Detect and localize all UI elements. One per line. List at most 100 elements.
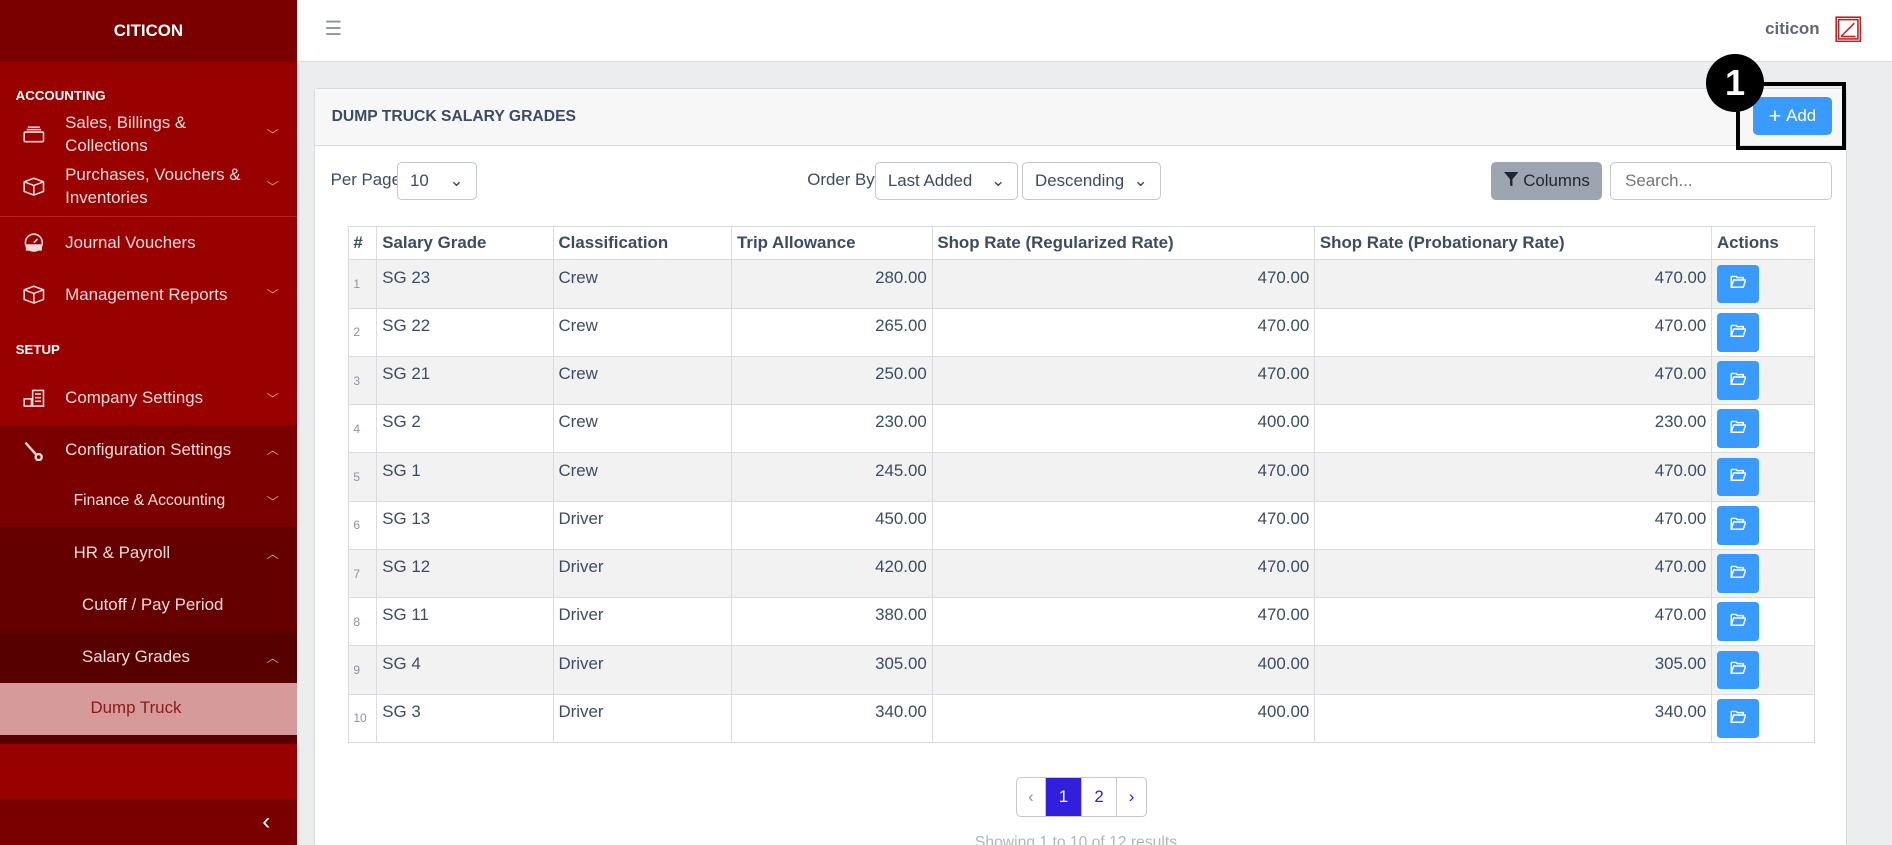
column-header[interactable]: # <box>347 225 378 261</box>
salary-grade-cell: SG 11 <box>376 597 554 647</box>
order-by-label: Order By <box>807 170 875 190</box>
folder-open-icon <box>1730 371 1747 390</box>
open-folder-button[interactable] <box>1716 361 1760 400</box>
classification-cell: Crew <box>552 452 733 502</box>
menu-toggle-icon[interactable]: ☰ <box>325 17 342 41</box>
column-header[interactable]: Salary Grade <box>376 225 554 261</box>
folder-open-icon <box>1730 467 1747 486</box>
column-header[interactable]: Shop Rate (Probationary Rate) <box>1314 225 1713 261</box>
salary-grade-cell: SG 1 <box>376 452 554 502</box>
open-folder-button[interactable] <box>1716 554 1760 593</box>
regularized-rate-cell: 470.00 <box>931 452 1316 502</box>
actions-cell <box>1711 548 1815 599</box>
user-name[interactable]: citicon <box>1765 19 1819 39</box>
box-icon <box>22 284 46 306</box>
sidebar-item-sales[interactable]: Sales, Billings & Collections ﹀ <box>0 112 297 157</box>
salary-grade-cell: SG 3 <box>376 693 554 743</box>
classification-cell: Crew <box>552 355 733 406</box>
avatar[interactable] <box>1835 16 1862 49</box>
sidebar-item-finance-accounting[interactable]: Finance & Accounting ﹀ <box>0 475 297 527</box>
prev-page-button[interactable]: ‹ <box>1017 778 1046 816</box>
salary-grades-table: # Salary Grade Classification Trip Allowanc… <box>347 225 1815 743</box>
regularized-rate-cell: 470.00 <box>931 355 1316 406</box>
open-folder-button[interactable] <box>1716 264 1760 304</box>
card-title: DUMP TRUCK SALARY GRADES <box>314 89 1847 146</box>
probationary-rate-cell: 470.00 <box>1314 500 1713 550</box>
sidebar-item-salary-grades[interactable]: Salary Grades ︿ <box>0 632 297 683</box>
top-header: ☰ citicon <box>296 0 1892 62</box>
open-folder-button[interactable] <box>1716 457 1760 497</box>
sidebar-item-cutoff-pay-period[interactable]: Cutoff / Pay Period <box>0 579 297 632</box>
table-row: 3 SG 21 Crew 250.00 470.00 470.00 <box>347 355 1815 406</box>
row-index: 2 <box>347 307 378 357</box>
sidebar-item-dump-truck[interactable]: Dump Truck <box>0 682 297 735</box>
table-row: 10 SG 3 Driver 340.00 400.00 340.00 <box>347 693 1815 743</box>
actions-cell <box>1711 259 1815 309</box>
chevron-down-icon: ⌄ <box>449 171 464 191</box>
salary-grade-cell: SG 4 <box>376 645 554 695</box>
columns-button[interactable]: Columns <box>1491 161 1603 201</box>
search-input[interactable] <box>1609 161 1832 201</box>
next-page-button[interactable]: › <box>1117 778 1146 816</box>
annotation-marker: 1 <box>1706 54 1765 113</box>
classification-cell: Driver <box>552 597 733 647</box>
column-header[interactable]: Actions <box>1711 225 1815 261</box>
sidebar-item-purchases[interactable]: Purchases, Vouchers & Inventories ﹀ <box>0 157 297 218</box>
classification-cell: Crew <box>552 307 733 357</box>
column-header[interactable]: Shop Rate (Regularized Rate) <box>931 225 1316 261</box>
regularized-rate-cell: 470.00 <box>931 259 1316 309</box>
classification-cell: Crew <box>552 404 733 454</box>
folder-open-icon <box>1730 709 1747 728</box>
sidebar-item-hr-payroll[interactable]: HR & Payroll ︿ <box>0 527 297 579</box>
salary-grade-cell: SG 22 <box>376 307 554 357</box>
inbox-icon <box>22 124 46 146</box>
row-index: 5 <box>347 452 378 502</box>
trip-allowance-cell: 450.00 <box>731 500 933 550</box>
classification-cell: Driver <box>552 645 733 695</box>
trip-allowance-cell: 230.00 <box>731 404 933 454</box>
probationary-rate-cell: 230.00 <box>1314 404 1713 454</box>
chevron-down-icon: ⌄ <box>991 171 1006 191</box>
probationary-rate-cell: 340.00 <box>1314 693 1713 743</box>
actions-cell <box>1711 404 1815 454</box>
brand-logo[interactable]: CITICON <box>0 0 297 62</box>
table-row: 2 SG 22 Crew 265.00 470.00 470.00 <box>347 307 1815 357</box>
results-summary: Showing 1 to 10 of 12 results <box>974 833 1178 845</box>
open-folder-button[interactable] <box>1716 698 1760 738</box>
sidebar-collapse-button[interactable]: ‹ <box>0 798 297 845</box>
regularized-rate-cell: 470.00 <box>931 597 1316 647</box>
row-index: 7 <box>347 548 378 599</box>
folder-open-icon <box>1730 516 1747 535</box>
actions-cell <box>1711 452 1815 502</box>
regularized-rate-cell: 400.00 <box>931 693 1316 743</box>
per-page-select[interactable]: 10 ⌄ <box>396 161 477 201</box>
column-header[interactable]: Trip Allowance <box>731 225 933 261</box>
table-row: 9 SG 4 Driver 305.00 400.00 305.00 <box>347 645 1815 695</box>
open-folder-button[interactable] <box>1716 312 1760 352</box>
row-index: 8 <box>347 597 378 647</box>
open-folder-button[interactable] <box>1716 650 1760 690</box>
actions-cell <box>1711 307 1815 357</box>
sidebar-item-management-reports[interactable]: Management Reports ﹀ <box>0 269 297 321</box>
column-header[interactable]: Classification <box>552 225 733 261</box>
trip-allowance-cell: 265.00 <box>731 307 933 357</box>
page-1-button[interactable]: 1 <box>1045 778 1083 816</box>
probationary-rate-cell: 470.00 <box>1314 452 1713 502</box>
sidebar-item-journal-vouchers[interactable]: Journal Vouchers <box>0 217 297 269</box>
direction-select[interactable]: Descending ⌄ <box>1021 161 1161 201</box>
chevron-down-icon: ⌄ <box>1133 171 1148 191</box>
folder-open-icon <box>1730 612 1747 631</box>
sidebar-item-configuration-settings[interactable]: Configuration Settings ︿ <box>0 425 297 476</box>
folder-open-icon <box>1730 660 1747 679</box>
open-folder-button[interactable] <box>1716 602 1760 642</box>
salary-grade-cell: SG 21 <box>376 355 554 406</box>
open-folder-button[interactable] <box>1716 409 1760 449</box>
sidebar-item-company-settings[interactable]: Company Settings ﹀ <box>0 372 297 425</box>
table-row: 6 SG 13 Driver 450.00 470.00 470.00 <box>347 500 1815 550</box>
table-row: 5 SG 1 Crew 245.00 470.00 470.00 <box>347 452 1815 502</box>
regularized-rate-cell: 470.00 <box>931 500 1316 550</box>
open-folder-button[interactable] <box>1716 505 1760 545</box>
folder-open-icon <box>1730 419 1747 438</box>
order-by-select[interactable]: Last Added ⌄ <box>874 161 1019 201</box>
page-2-button[interactable]: 2 <box>1082 778 1118 816</box>
